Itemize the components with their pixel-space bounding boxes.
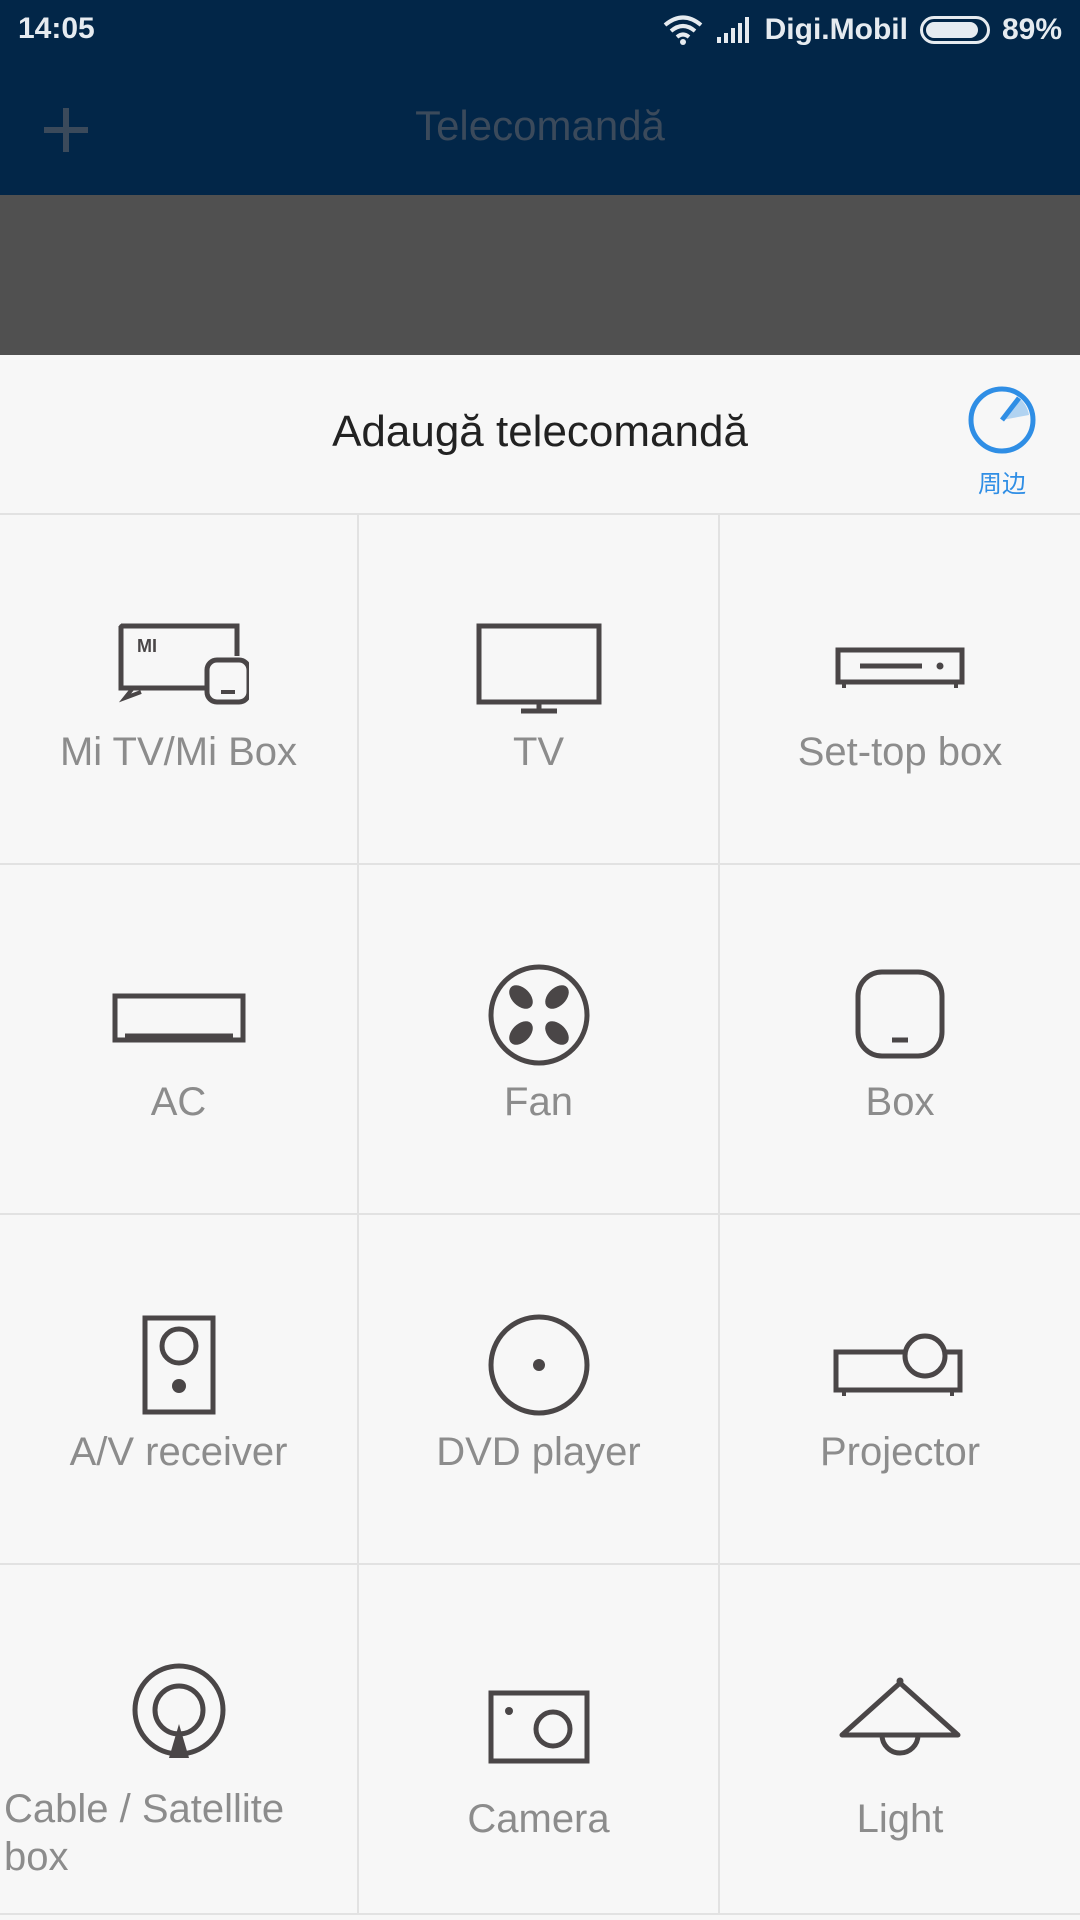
tv-icon	[476, 623, 601, 714]
speaker-icon	[142, 1315, 215, 1415]
fan-icon	[488, 964, 589, 1066]
device-label: Light	[856, 1797, 944, 1841]
device-projector[interactable]: Projector	[720, 1215, 1080, 1565]
set-top-box-icon	[835, 647, 965, 688]
status-time: 14:05	[18, 12, 95, 45]
device-ac[interactable]: AC	[0, 865, 359, 1215]
carrier-name: Digi.Mobil	[764, 13, 908, 46]
lamp-icon	[839, 1677, 961, 1756]
sheet-header: Adaugă telecomandă 周边	[0, 355, 1080, 515]
radar-icon	[968, 386, 1036, 454]
projector-icon	[833, 1333, 963, 1396]
nearby-label: 周边	[978, 471, 1026, 498]
satellite-icon	[132, 1663, 225, 1758]
signal-icon	[716, 17, 749, 43]
svg-text:MI: MI	[137, 636, 157, 656]
device-light[interactable]: Light	[720, 1565, 1080, 1915]
device-dvd-player[interactable]: DVD player	[359, 1215, 720, 1565]
device-camera[interactable]: Camera	[359, 1565, 720, 1915]
box-icon	[855, 969, 945, 1059]
device-label: Cable / Satellite box	[4, 1787, 285, 1879]
device-label: Projector	[819, 1430, 981, 1474]
device-grid: MI Mi TV/Mi Box TV Set-top box AC Fan Bo…	[0, 515, 1080, 1915]
device-fan[interactable]: Fan	[359, 865, 720, 1215]
device-label: Mi TV/Mi Box	[59, 730, 298, 774]
ac-icon	[112, 993, 245, 1043]
device-label: DVD player	[436, 1430, 641, 1474]
device-box[interactable]: Box	[720, 865, 1080, 1215]
app-title: Telecomandă	[415, 102, 665, 149]
sheet-title: Adaugă telecomandă	[332, 407, 748, 456]
device-av-receiver[interactable]: A/V receiver	[0, 1215, 359, 1565]
device-label: AC	[150, 1080, 207, 1124]
status-bar: 14:05 Digi.Mobil 89%	[0, 0, 1080, 60]
device-label: Fan	[504, 1080, 573, 1124]
battery-icon	[919, 16, 990, 44]
camera-icon	[488, 1690, 589, 1764]
app-bar: Telecomandă	[0, 60, 1080, 195]
battery-percent: 89%	[1001, 13, 1062, 46]
device-label: Set-top box	[797, 730, 1003, 774]
device-label: TV	[512, 730, 565, 774]
add-remote-sheet: Adaugă telecomandă 周边 MI Mi TV/Mi Box TV…	[0, 355, 1080, 1920]
device-mi-tv-box[interactable]: MI Mi TV/Mi Box	[0, 515, 359, 865]
wifi-icon	[663, 15, 702, 45]
device-cable-satellite-box[interactable]: Cable / Satellite box	[0, 1565, 359, 1915]
device-label: Camera	[467, 1797, 610, 1841]
nearby-button[interactable]: 周边	[966, 385, 1038, 499]
device-tv[interactable]: TV	[359, 515, 720, 865]
status-right: Digi.Mobil 89%	[663, 10, 1062, 50]
dim-overlay[interactable]	[0, 195, 1080, 355]
mi-tv-box-icon: MI	[118, 623, 249, 705]
device-label: Box	[865, 1080, 935, 1124]
device-set-top-box[interactable]: Set-top box	[720, 515, 1080, 865]
dvd-icon	[488, 1314, 589, 1416]
device-label: A/V receiver	[69, 1430, 288, 1474]
